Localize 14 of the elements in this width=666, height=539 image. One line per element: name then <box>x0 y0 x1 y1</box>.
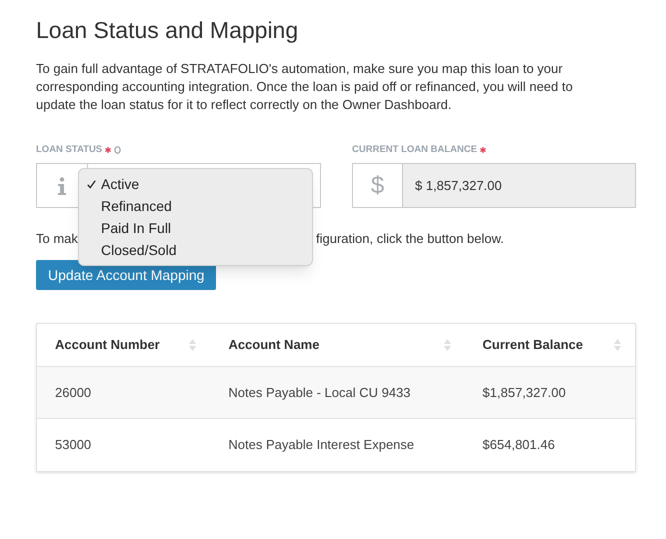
table-cell: Notes Payable - Local CU 9433 <box>228 384 411 400</box>
table-cell: $1,857,327.00 <box>482 384 566 400</box>
balance-value: $ 1,857,327.00 <box>414 176 502 195</box>
note-text: To mak <box>36 230 78 248</box>
table-cell: 26000 <box>55 384 92 400</box>
page-heading: Loan Status and Mapping <box>36 16 300 45</box>
table-cell: Notes Payable Interest Expense <box>228 437 414 452</box>
field-label: CURRENT LOAN BALANCE <box>352 142 478 157</box>
table-cell: $654,801.46 <box>482 437 555 452</box>
note-text: figuration, click the button below. <box>316 230 504 248</box>
intro-paragraph: To gain full advantage of STRATAFOLIO's automation, make sure you map this loan to your corresponding accounting integration. Once the loan is paid off or refinanced, you will need to update the loan status for it to reflect correctly on the Owner Dashboard. <box>36 60 574 114</box>
field-label: LOAN STATUS <box>36 142 102 157</box>
currency-symbol: $ <box>370 170 384 200</box>
table-cell: 53000 <box>55 437 92 452</box>
